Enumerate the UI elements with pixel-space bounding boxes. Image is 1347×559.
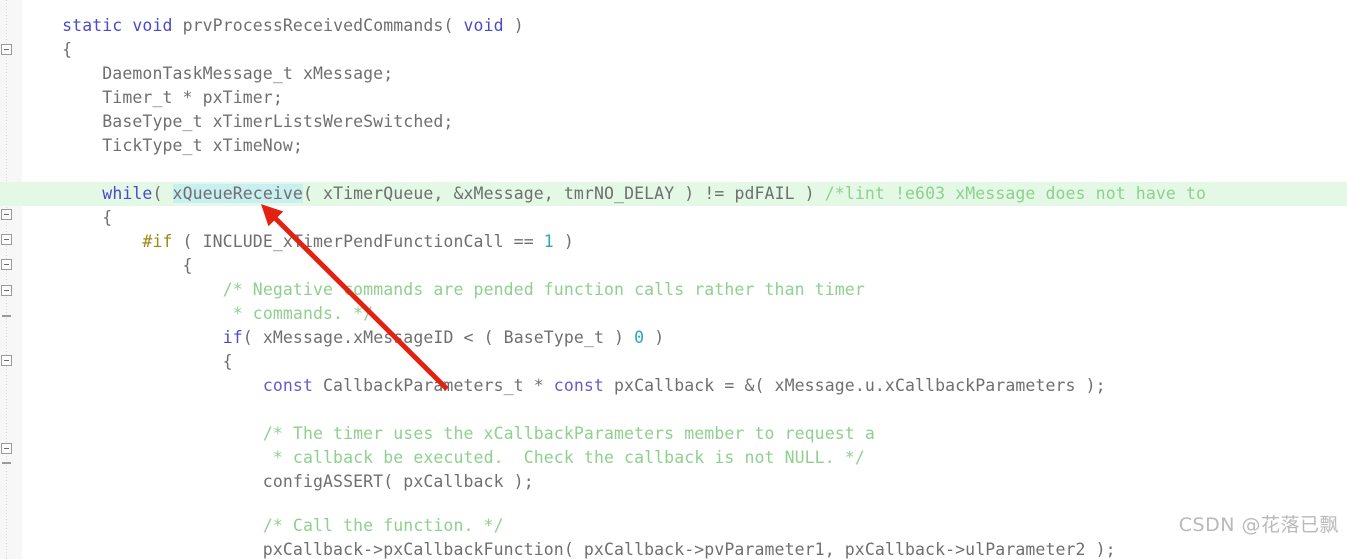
code-token: while [102,184,153,203]
fold-region-end-marker [2,315,11,317]
code-line[interactable]: if( xMessage.xMessageID < ( BaseType_t )… [22,326,664,350]
code-token: void [132,16,173,35]
code-token: ( xMessage.xMessageID < ( [242,328,504,347]
code-line[interactable]: configASSERT( pxCallback ); [22,470,534,494]
code-line[interactable]: BaseType_t xTimerListsWereSwitched; [22,110,453,134]
code-text-area[interactable]: static void prvProcessReceivedCommands( … [0,0,1347,559]
fold-collapse-icon[interactable] [1,209,12,220]
code-token: BaseType_t [503,328,604,347]
fold-region-end-marker [2,462,11,464]
csdn-watermark: CSDN @花落已飘 [1178,514,1339,536]
code-editor-screenshot: static void prvProcessReceivedCommands( … [0,0,1347,559]
code-line[interactable]: /* Call the function. */ [22,514,504,538]
code-token: { [22,256,193,275]
code-token: ( [152,184,173,203]
code-token: xQueueReceive [172,184,303,203]
code-token: void [463,16,504,35]
code-line[interactable]: static void prvProcessReceivedCommands( … [22,14,524,38]
code-token: static [62,16,123,35]
code-token: CallbackParameters_t * [312,376,554,395]
code-line[interactable]: /* Negative commands are pended function… [22,278,865,302]
code-token: ) [644,328,665,347]
code-line[interactable]: Timer_t * pxTimer; [22,86,283,110]
code-token: /*lint !e603 xMessage does not have to [824,184,1207,203]
code-token: pxCallback = &( xMessage.u.xCallbackPara… [603,376,1106,395]
code-line[interactable]: pxCallback->pxCallbackFunction( pxCallba… [22,538,1116,559]
code-folding-gutter[interactable] [0,0,23,559]
code-line[interactable]: { [22,38,72,62]
code-token: ) [604,328,635,347]
code-token: 0 [634,328,645,347]
code-token: { [22,40,73,59]
code-token: /* Call the function. */ [262,516,504,535]
code-token: #if [142,232,173,251]
code-line[interactable]: { [22,350,233,374]
code-token: TickType_t xTimeNow; [22,136,303,155]
code-token: pxCallback->pxCallbackFunction( pxCallba… [22,540,1116,559]
code-token: ( xTimerQueue, &xMessage, tmrNO_DELAY ) … [302,184,825,203]
code-line[interactable]: * callback be executed. Check the callba… [22,446,865,470]
code-token: /* Negative commands are pended function… [222,280,865,299]
code-line[interactable]: { [22,254,193,278]
fold-collapse-icon[interactable] [1,259,12,270]
code-token: Timer_t * pxTimer; [22,88,283,107]
code-token: * commands. */ [232,304,374,323]
code-token: if [222,328,243,347]
code-token: const [262,376,313,395]
code-token: ( INCLUDE_xTimerPendFunctionCall == [172,232,544,251]
code-token: { [22,208,113,227]
code-token: { [22,352,233,371]
code-token: ) [553,232,574,251]
code-token: ) [503,16,524,35]
code-token: BaseType_t xTimerListsWereSwitched; [22,112,454,131]
code-line[interactable]: const CallbackParameters_t * const pxCal… [22,374,1106,398]
code-line[interactable]: #if ( INCLUDE_xTimerPendFunctionCall == … [22,230,574,254]
code-token: const [553,376,604,395]
code-line[interactable]: /* The timer uses the xCallbackParameter… [22,422,875,446]
fold-collapse-icon[interactable] [1,285,12,296]
code-token: 1 [543,232,554,251]
fold-collapse-icon[interactable] [1,443,12,454]
fold-collapse-icon[interactable] [1,44,12,55]
code-line[interactable]: * commands. */ [22,302,373,326]
code-token: /* The timer uses the xCallbackParameter… [262,424,875,443]
code-line[interactable]: { [22,206,112,230]
code-token: DaemonTaskMessage_t xMessage; [22,64,394,83]
code-line-highlighted[interactable]: while( xQueueReceive( xTimerQueue, &xMes… [0,182,1347,206]
gutter-dotted-stripe [6,0,7,559]
code-line[interactable]: TickType_t xTimeNow; [22,134,303,158]
code-line[interactable]: DaemonTaskMessage_t xMessage; [22,62,393,86]
code-token: configASSERT( pxCallback ); [22,472,534,491]
code-token: prvProcessReceivedCommands( [172,16,464,35]
code-token: * callback be executed. Check the callba… [272,448,865,467]
fold-collapse-icon[interactable] [1,234,12,245]
fold-collapse-icon[interactable] [1,355,12,366]
